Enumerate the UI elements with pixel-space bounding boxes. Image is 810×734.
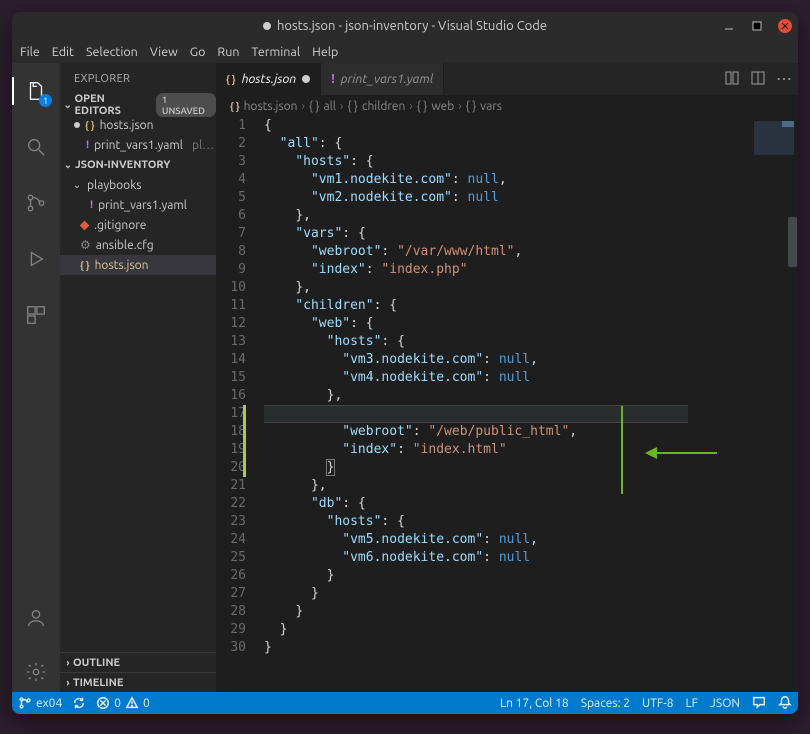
chevron-down-icon: ⌄ <box>72 179 82 191</box>
braces-icon: { } <box>466 100 477 113</box>
tab-strip: { } hosts.json ! print_vars1.yaml ⋯ <box>216 63 798 95</box>
menu-terminal[interactable]: Terminal <box>251 45 300 59</box>
braces-icon: { } <box>417 100 428 113</box>
workbench-body: 1 EXPLORER ⌄ <box>12 63 798 692</box>
status-bar: ex04 0 0 Ln 17, Col 18 Spaces: 2 UTF-8 L… <box>12 692 798 714</box>
file-hosts-json[interactable]: { } hosts.json <box>60 255 216 275</box>
activity-accounts[interactable] <box>12 598 60 638</box>
status-feedback-icon[interactable] <box>752 695 766 712</box>
open-editor-hosts[interactable]: { } hosts.json <box>60 115 216 135</box>
breadcrumbs[interactable]: { } hosts.json › { } all › { } children … <box>216 95 798 117</box>
json-file-icon: { } <box>80 260 90 271</box>
activity-run-debug[interactable] <box>12 239 60 279</box>
sidebar-explorer: EXPLORER ⌄ OPEN EDITORS 1 UNSAVED { } ho… <box>60 63 216 692</box>
git-file-icon: ⬥ <box>80 218 89 233</box>
titlebar: hosts.json - json-inventory - Visual Stu… <box>12 12 798 40</box>
menu-file[interactable]: File <box>20 45 40 59</box>
status-eol[interactable]: LF <box>686 697 698 710</box>
open-editors-header[interactable]: ⌄ OPEN EDITORS 1 UNSAVED <box>60 95 216 115</box>
minimize-button[interactable] <box>722 19 736 33</box>
modified-dot-icon <box>263 22 271 30</box>
menu-view[interactable]: View <box>150 45 178 59</box>
menubar: File Edit Selection View Go Run Terminal… <box>12 40 798 63</box>
yaml-file-icon: ! <box>86 139 89 151</box>
chevron-down-icon: ⌄ <box>63 159 73 171</box>
explorer-title: EXPLORER <box>60 63 216 95</box>
braces-icon: { } <box>309 100 320 113</box>
open-changes-icon[interactable] <box>724 70 740 89</box>
annotation-arrow-icon <box>649 452 717 454</box>
activity-bar: 1 <box>12 63 60 692</box>
editor-area: { } hosts.json ! print_vars1.yaml ⋯ { } … <box>216 63 798 692</box>
tab-print-vars[interactable]: ! print_vars1.yaml <box>321 63 444 95</box>
json-file-icon: { } <box>226 74 236 85</box>
line-gutter: 12345 678910 1112131415 1617181920 21222… <box>216 117 264 692</box>
timeline-header[interactable]: › TIMELINE <box>60 672 216 692</box>
status-language[interactable]: JSON <box>710 697 740 710</box>
activity-settings[interactable] <box>12 652 60 692</box>
yaml-file-icon: ! <box>331 72 335 86</box>
open-editor-print-vars[interactable]: ! print_vars1.yaml pl… <box>60 135 216 155</box>
status-problems[interactable]: 0 0 <box>96 696 150 710</box>
activity-explorer[interactable]: 1 <box>12 71 60 111</box>
chevron-right-icon: › <box>63 657 73 668</box>
annotation-line <box>621 406 623 494</box>
window-title: hosts.json - json-inventory - Visual Stu… <box>277 19 547 33</box>
json-file-icon: { } <box>85 120 95 131</box>
json-file-icon: { } <box>230 101 240 112</box>
file-gitignore[interactable]: ⬥ .gitignore <box>60 215 216 235</box>
tab-hosts-json[interactable]: { } hosts.json <box>216 63 321 95</box>
menu-selection[interactable]: Selection <box>86 45 138 59</box>
menu-help[interactable]: Help <box>312 45 338 59</box>
file-ansible-cfg[interactable]: ⚙ ansible.cfg <box>60 235 216 255</box>
activity-search[interactable] <box>12 127 60 167</box>
menu-go[interactable]: Go <box>190 45 206 59</box>
maximize-button[interactable] <box>750 19 764 33</box>
close-button[interactable] <box>778 19 792 33</box>
status-bell-icon[interactable] <box>778 695 792 712</box>
gear-icon: ⚙ <box>80 238 91 252</box>
activity-scm[interactable] <box>12 183 60 223</box>
outline-header[interactable]: › OUTLINE <box>60 652 216 672</box>
status-cursor-position[interactable]: Ln 17, Col 18 <box>500 697 569 710</box>
status-sync[interactable] <box>72 696 86 710</box>
file-print-vars[interactable]: ! print_vars1.yaml <box>60 195 216 215</box>
menu-run[interactable]: Run <box>217 45 239 59</box>
modified-dot-icon <box>74 122 80 128</box>
more-actions-icon[interactable]: ⋯ <box>776 71 792 87</box>
menu-edit[interactable]: Edit <box>52 45 74 59</box>
unsaved-badge: 1 UNSAVED <box>156 93 216 117</box>
chevron-down-icon: ⌄ <box>63 99 73 111</box>
overview-ruler[interactable] <box>786 117 798 692</box>
window-controls <box>722 12 792 40</box>
code-content[interactable]: { "all": { "hosts": { "vm1.nodekite.com"… <box>264 117 743 692</box>
braces-icon: { } <box>347 100 358 113</box>
vscode-window: hosts.json - json-inventory - Visual Stu… <box>12 12 798 714</box>
yaml-file-icon: ! <box>90 199 93 211</box>
explorer-badge: 1 <box>39 94 52 107</box>
chevron-right-icon: › <box>63 677 73 688</box>
status-indent[interactable]: Spaces: 2 <box>581 697 630 710</box>
status-git-branch[interactable]: ex04 <box>18 696 62 710</box>
status-encoding[interactable]: UTF-8 <box>642 697 673 710</box>
folder-playbooks[interactable]: ⌄ playbooks <box>60 175 216 195</box>
editor-actions: ⋯ <box>724 63 792 95</box>
split-editor-icon[interactable] <box>750 70 766 89</box>
workspace-header[interactable]: ⌄ JSON-INVENTORY <box>60 155 216 175</box>
activity-extensions[interactable] <box>12 295 60 335</box>
scrollbar-thumb[interactable] <box>788 217 797 267</box>
code-editor[interactable]: 12345 678910 1112131415 1617181920 21222… <box>216 117 798 692</box>
modified-dot-icon[interactable] <box>302 75 310 83</box>
